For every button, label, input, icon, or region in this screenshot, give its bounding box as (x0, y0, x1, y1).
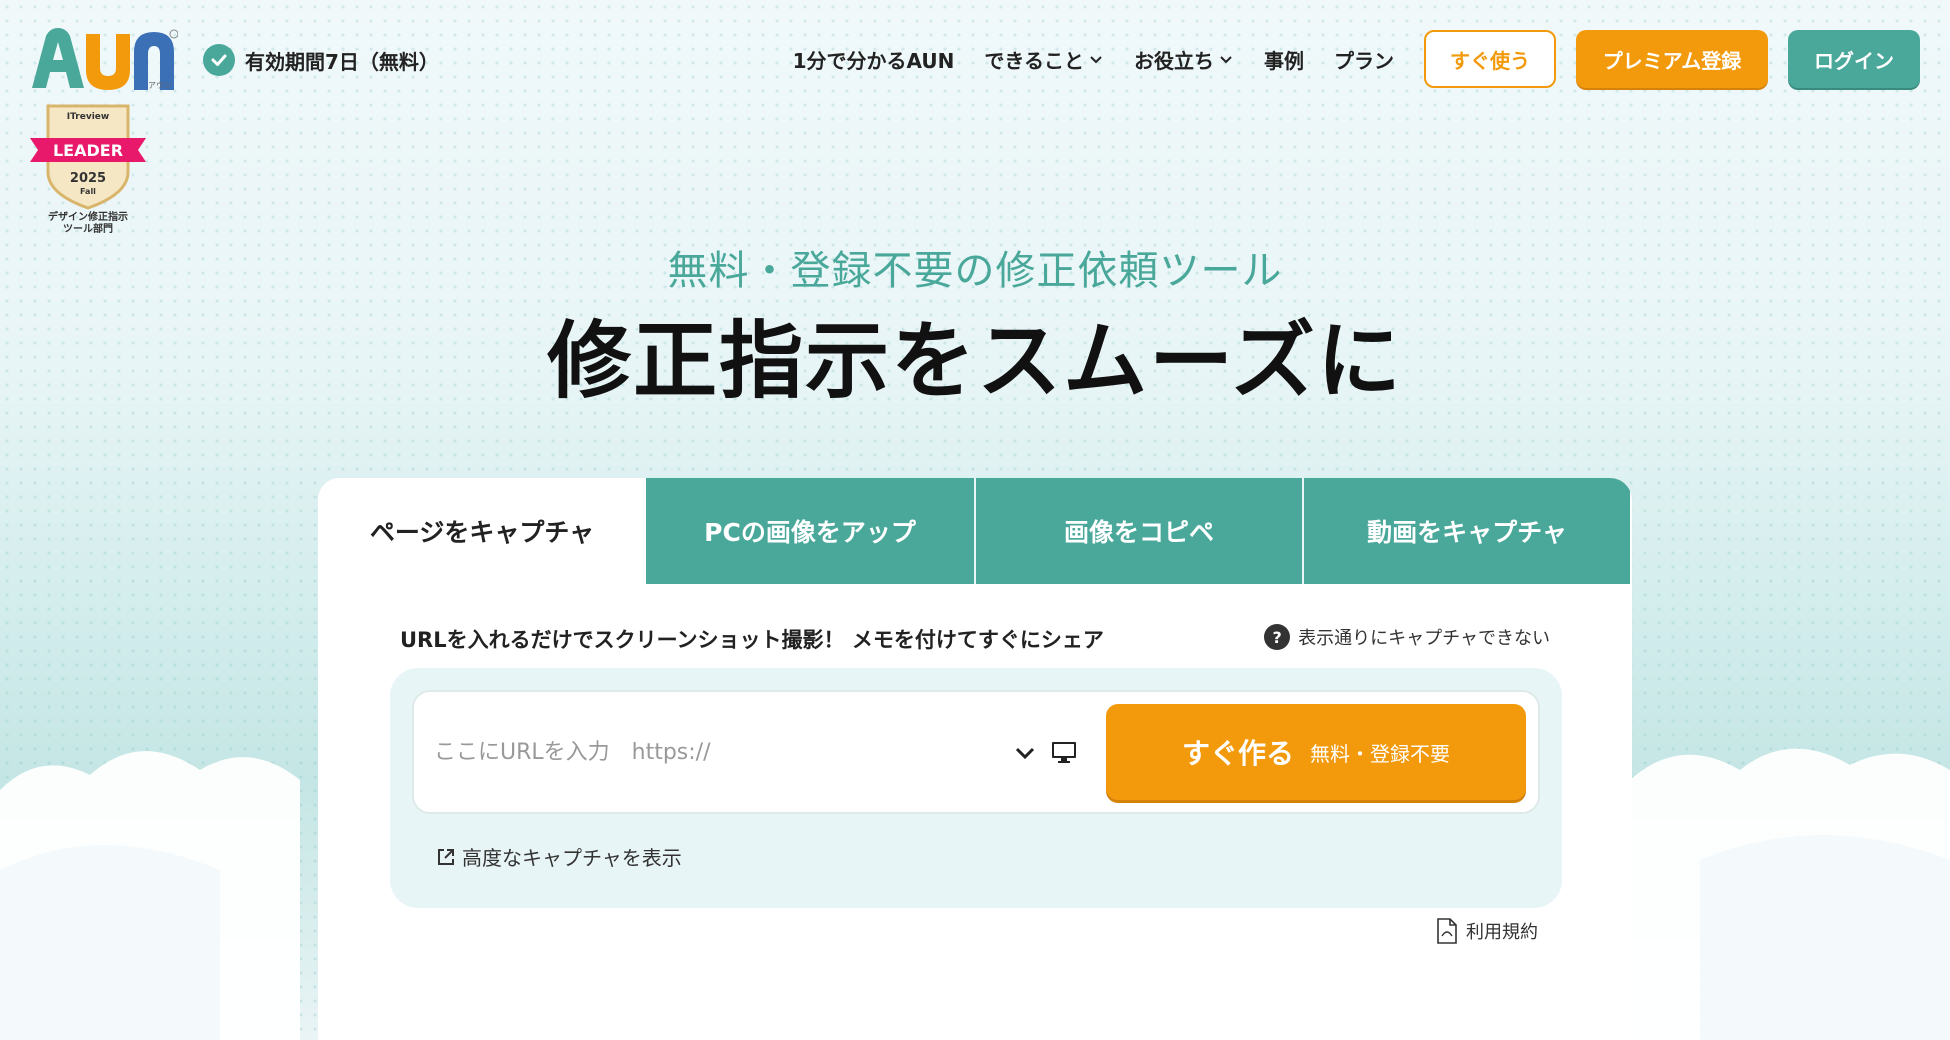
create-now-sublabel: 無料・登録不要 (1310, 741, 1450, 766)
nav-features[interactable]: できること (984, 45, 1104, 74)
help-text: 表示通りにキャプチャできない (1298, 628, 1550, 649)
question-icon: ? (1264, 624, 1291, 650)
url-input[interactable] (434, 722, 974, 782)
badge-caption-line1: デザイン修正指示 (48, 212, 128, 223)
login-button[interactable]: ログイン (1788, 30, 1920, 88)
nav-resources-label: お役立ち (1134, 48, 1214, 73)
badge-caption-line2: ツール部門 (63, 224, 113, 235)
tab-video-capture[interactable]: 動画をキャプチャ (1302, 478, 1630, 584)
url-input-wrapper: すぐ作る 無料・登録不要 (412, 690, 1540, 814)
svg-text:ITreview: ITreview (67, 112, 109, 122)
svg-text:Fall: Fall (80, 187, 96, 196)
nav-plans-label: プラン (1334, 48, 1394, 73)
site-header: アウン 有効期間7日（無料） 1分で分かるAUN できること お役立ち 事例 プ… (0, 0, 1950, 110)
external-link-icon (438, 848, 454, 865)
nav-about[interactable]: 1分で分かるAUN (793, 45, 955, 74)
badge-caption: デザイン修正指示 ツール部門 (30, 212, 146, 236)
hero-subtitle: 無料・登録不要の修正依頼ツール (667, 248, 1283, 294)
terms-link[interactable]: 利用規約 (1436, 918, 1538, 944)
check-circle-icon (203, 44, 235, 76)
trial-period: 有効期間7日（無料） (203, 44, 439, 76)
nav-about-label: 1分で分かるAUN (792, 48, 955, 73)
nav-features-label: できること (984, 48, 1084, 73)
tab-upload-image[interactable]: PCの画像をアップ (646, 478, 974, 584)
logo-subtext: アウン (148, 81, 172, 90)
use-now-button[interactable]: すぐ使う (1424, 30, 1556, 88)
chevron-down-icon (1220, 56, 1232, 64)
advanced-capture-link[interactable]: 高度なキャプチャを表示 (436, 842, 682, 871)
chevron-down-icon[interactable] (1012, 740, 1038, 766)
url-panel: すぐ作る 無料・登録不要 高度なキャプチャを表示 (390, 668, 1562, 908)
nav-plans[interactable]: プラン (1334, 45, 1394, 74)
tab-paste-image[interactable]: 画像をコピペ (974, 478, 1302, 584)
nav-cases-label: 事例 (1264, 48, 1304, 73)
main-nav: 1分で分かるAUN できること お役立ち 事例 プラン すぐ使う プレミアム登録… (793, 30, 1920, 88)
capture-tabs: ページをキャプチャ PCの画像をアップ 画像をコピペ 動画をキャプチャ (318, 478, 1632, 584)
capture-description: URLを入れるだけでスクリーンショット撮影！ メモを付けてすぐにシェア (400, 628, 1104, 652)
svg-text:LEADER: LEADER (53, 141, 123, 160)
terms-label: 利用規約 (1466, 922, 1538, 943)
hero-title: 修正指示をスムーズに (547, 312, 1403, 410)
tab-page-capture[interactable]: ページをキャプチャ (318, 478, 646, 584)
capture-help-link[interactable]: ? 表示通りにキャプチャできない (1264, 624, 1550, 650)
create-now-button[interactable]: すぐ作る 無料・登録不要 (1106, 704, 1526, 800)
create-now-label: すぐ作る (1181, 737, 1294, 770)
advanced-capture-label: 高度なキャプチャを表示 (462, 846, 682, 870)
premium-signup-button[interactable]: プレミアム登録 (1576, 30, 1768, 88)
nav-resources[interactable]: お役立ち (1134, 45, 1234, 74)
chevron-down-icon (1090, 56, 1102, 64)
capture-card: ページをキャプチャ PCの画像をアップ 画像をコピペ 動画をキャプチャ URLを… (318, 478, 1632, 1040)
pdf-document-icon (1437, 918, 1457, 944)
svg-text:2025: 2025 (70, 171, 106, 186)
trial-text: 有効期間7日（無料） (245, 49, 439, 74)
nav-cases[interactable]: 事例 (1264, 45, 1304, 74)
desktop-monitor-icon[interactable] (1050, 738, 1078, 766)
